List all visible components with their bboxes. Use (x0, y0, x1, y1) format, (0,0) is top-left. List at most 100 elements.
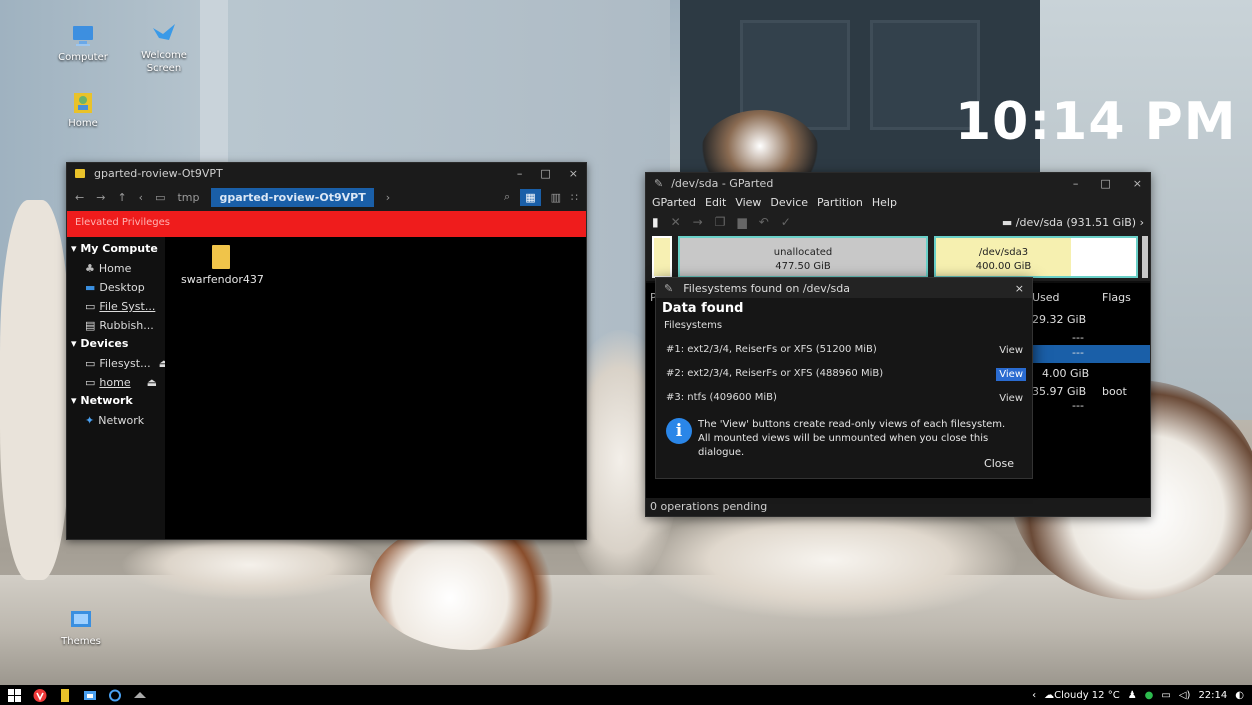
menu-view[interactable]: View (735, 196, 761, 209)
desktop-icon-welcome-screen[interactable]: Welcome Screen (133, 22, 195, 75)
start-menu-icon[interactable] (8, 688, 22, 702)
app-icon[interactable] (83, 689, 97, 702)
menu-gparted[interactable]: GParted (652, 196, 696, 209)
cell-used: --- (1072, 346, 1084, 359)
sidebar-section-devices[interactable]: ▾ Devices (71, 337, 165, 350)
new-partition-icon[interactable]: ▮ (652, 215, 659, 229)
sidebar-item-home-device[interactable]: ▭ home ⏏ (71, 373, 165, 392)
system-tray: ‹ ☁Cloudy 12 °C ♟ ● ▭ ◁) 22:14 ◐ (1032, 690, 1244, 701)
file-view[interactable]: swarfendor437 (165, 237, 586, 539)
partition-block-sda3[interactable]: /dev/sda3 400.00 GiB (934, 236, 1138, 278)
drive-icon[interactable]: ▭ (155, 191, 165, 204)
sidebar-item-home[interactable]: ♣ Home (71, 259, 165, 278)
sidebar-item-file-system[interactable]: ▭ File Syst... (71, 297, 165, 316)
desktop-icon-themes[interactable]: Themes (50, 608, 112, 648)
close-button[interactable]: × (1133, 177, 1142, 190)
power-icon[interactable]: ◐ (1235, 690, 1244, 701)
folder-icon (75, 168, 85, 178)
up-arrow-icon[interactable]: ↑ (117, 191, 126, 204)
list-view-icon[interactable]: ▥ (551, 191, 561, 204)
dialog-title: Filesystems found on /dev/sda (683, 281, 850, 295)
eject-icon[interactable]: ⏏ (147, 376, 157, 389)
gparted-app-icon: ✎ (664, 281, 674, 295)
minimize-button[interactable]: – (1073, 177, 1079, 190)
computer-icon (70, 24, 96, 48)
chevron-left-icon[interactable]: ‹ (139, 191, 143, 204)
network-icon[interactable]: ▭ (1161, 690, 1170, 701)
table-row[interactable]: --- (1032, 399, 1150, 417)
file-manager-window: gparted-roview-Ot9VPT – □ × ← → ↑ ‹ ▭ tm… (66, 162, 587, 540)
gparted-titlebar[interactable]: ✎ /dev/sda - GParted – □ × (646, 173, 1150, 193)
home-icon: ♣ (85, 262, 95, 275)
compact-view-icon[interactable]: ∷ (571, 191, 578, 204)
file-manager-titlebar[interactable]: gparted-roview-Ot9VPT – □ × (67, 163, 586, 183)
device-selector[interactable]: ▬ /dev/sda (931.51 GiB) › (1002, 216, 1144, 229)
partition-block-unallocated[interactable]: unallocated 477.50 GiB (678, 236, 928, 278)
forward-arrow-icon[interactable]: → (96, 191, 105, 204)
sidebar-item-filesystem-device[interactable]: ▭ Filesyst... ⏏ (71, 354, 169, 373)
shield-icon[interactable]: ● (1145, 690, 1154, 701)
file-manager-icon[interactable] (58, 688, 72, 702)
desktop-icon-label: Themes (61, 636, 101, 647)
sidebar-item-desktop[interactable]: ▬ Desktop (71, 278, 165, 297)
view-button[interactable]: View (996, 368, 1026, 381)
desktop-clock: 10:14 PM (955, 92, 1237, 152)
bird-icon (151, 22, 177, 46)
menu-partition[interactable]: Partition (817, 196, 863, 209)
notification-icon[interactable]: ♟ (1128, 690, 1137, 701)
drive-icon: ▭ (85, 357, 96, 370)
column-header-used[interactable]: Used (1032, 291, 1060, 304)
sidebar-item-network[interactable]: ✦ Network (71, 411, 165, 430)
desktop-icon-home[interactable]: Home (52, 90, 114, 130)
taskbar: ‹ ☁Cloudy 12 °C ♟ ● ▭ ◁) 22:14 ◐ (0, 685, 1252, 705)
close-button[interactable]: Close (984, 457, 1014, 470)
gparted-taskbar-icon[interactable] (133, 689, 147, 702)
settings-icon[interactable] (108, 689, 122, 702)
chevron-right-icon[interactable]: › (386, 191, 390, 204)
back-arrow-icon[interactable]: ← (75, 191, 84, 204)
column-header-flags[interactable]: Flags (1102, 291, 1131, 304)
icon-view-icon[interactable]: ▦ (520, 188, 541, 206)
file-item[interactable]: swarfendor437 (181, 245, 264, 286)
menu-edit[interactable]: Edit (705, 196, 726, 209)
weather-widget[interactable]: ☁Cloudy 12 °C (1044, 690, 1120, 701)
sidebar-section-network[interactable]: ▾ Network (71, 394, 165, 407)
table-row[interactable]: 4.00 GiB (1032, 367, 1150, 385)
volume-icon[interactable]: ◁) (1179, 690, 1191, 701)
sidebar-item-rubbish[interactable]: ▤ Rubbish... (71, 316, 165, 335)
delete-icon[interactable]: ✕ (671, 215, 681, 229)
tray-chevron-icon[interactable]: ‹ (1032, 690, 1036, 701)
search-icon[interactable]: ⌕ (504, 190, 510, 204)
desktop-icon-computer[interactable]: Computer (52, 24, 114, 64)
themes-icon (68, 608, 94, 632)
dialog-titlebar[interactable]: ✎ Filesystems found on /dev/sda × (656, 278, 1032, 298)
cloud-icon: ☁ (1044, 689, 1055, 701)
menu-device[interactable]: Device (770, 196, 808, 209)
close-button[interactable]: × (569, 167, 578, 180)
info-icon: i (666, 418, 692, 444)
table-row[interactable]: 29.32 GiB (1032, 311, 1150, 329)
menu-help[interactable]: Help (872, 196, 897, 209)
view-button[interactable]: View (996, 392, 1026, 405)
info-message: i The 'View' buttons create read-only vi… (666, 418, 1032, 460)
vivaldi-icon[interactable] (33, 688, 47, 702)
paste-icon[interactable]: ▆ (738, 215, 747, 229)
view-button[interactable]: View (996, 344, 1026, 357)
table-row-selected[interactable]: --- (1032, 345, 1150, 363)
maximize-button[interactable]: □ (540, 167, 550, 180)
status-bar: 0 operations pending (646, 498, 1150, 516)
apply-icon[interactable]: ✓ (781, 215, 791, 229)
breadcrumb-current[interactable]: gparted-roview-Ot9VPT (211, 187, 374, 207)
partition-block-small[interactable] (652, 236, 672, 278)
maximize-button[interactable]: □ (1100, 177, 1110, 190)
partition-block-end[interactable] (1142, 236, 1148, 278)
sidebar-section-my-computer[interactable]: ▾ My Compute (71, 242, 165, 255)
copy-icon[interactable]: ❐ (715, 215, 726, 229)
trash-icon: ▤ (85, 319, 96, 332)
minimize-button[interactable]: – (517, 167, 523, 180)
close-icon[interactable]: × (1015, 282, 1024, 295)
resize-icon[interactable]: → (693, 215, 703, 229)
file-manager-toolbar: ← → ↑ ‹ ▭ tmp gparted-roview-Ot9VPT › ⌕ … (67, 183, 586, 211)
undo-icon[interactable]: ↶ (759, 215, 769, 229)
breadcrumb-tmp[interactable]: tmp (177, 191, 199, 204)
